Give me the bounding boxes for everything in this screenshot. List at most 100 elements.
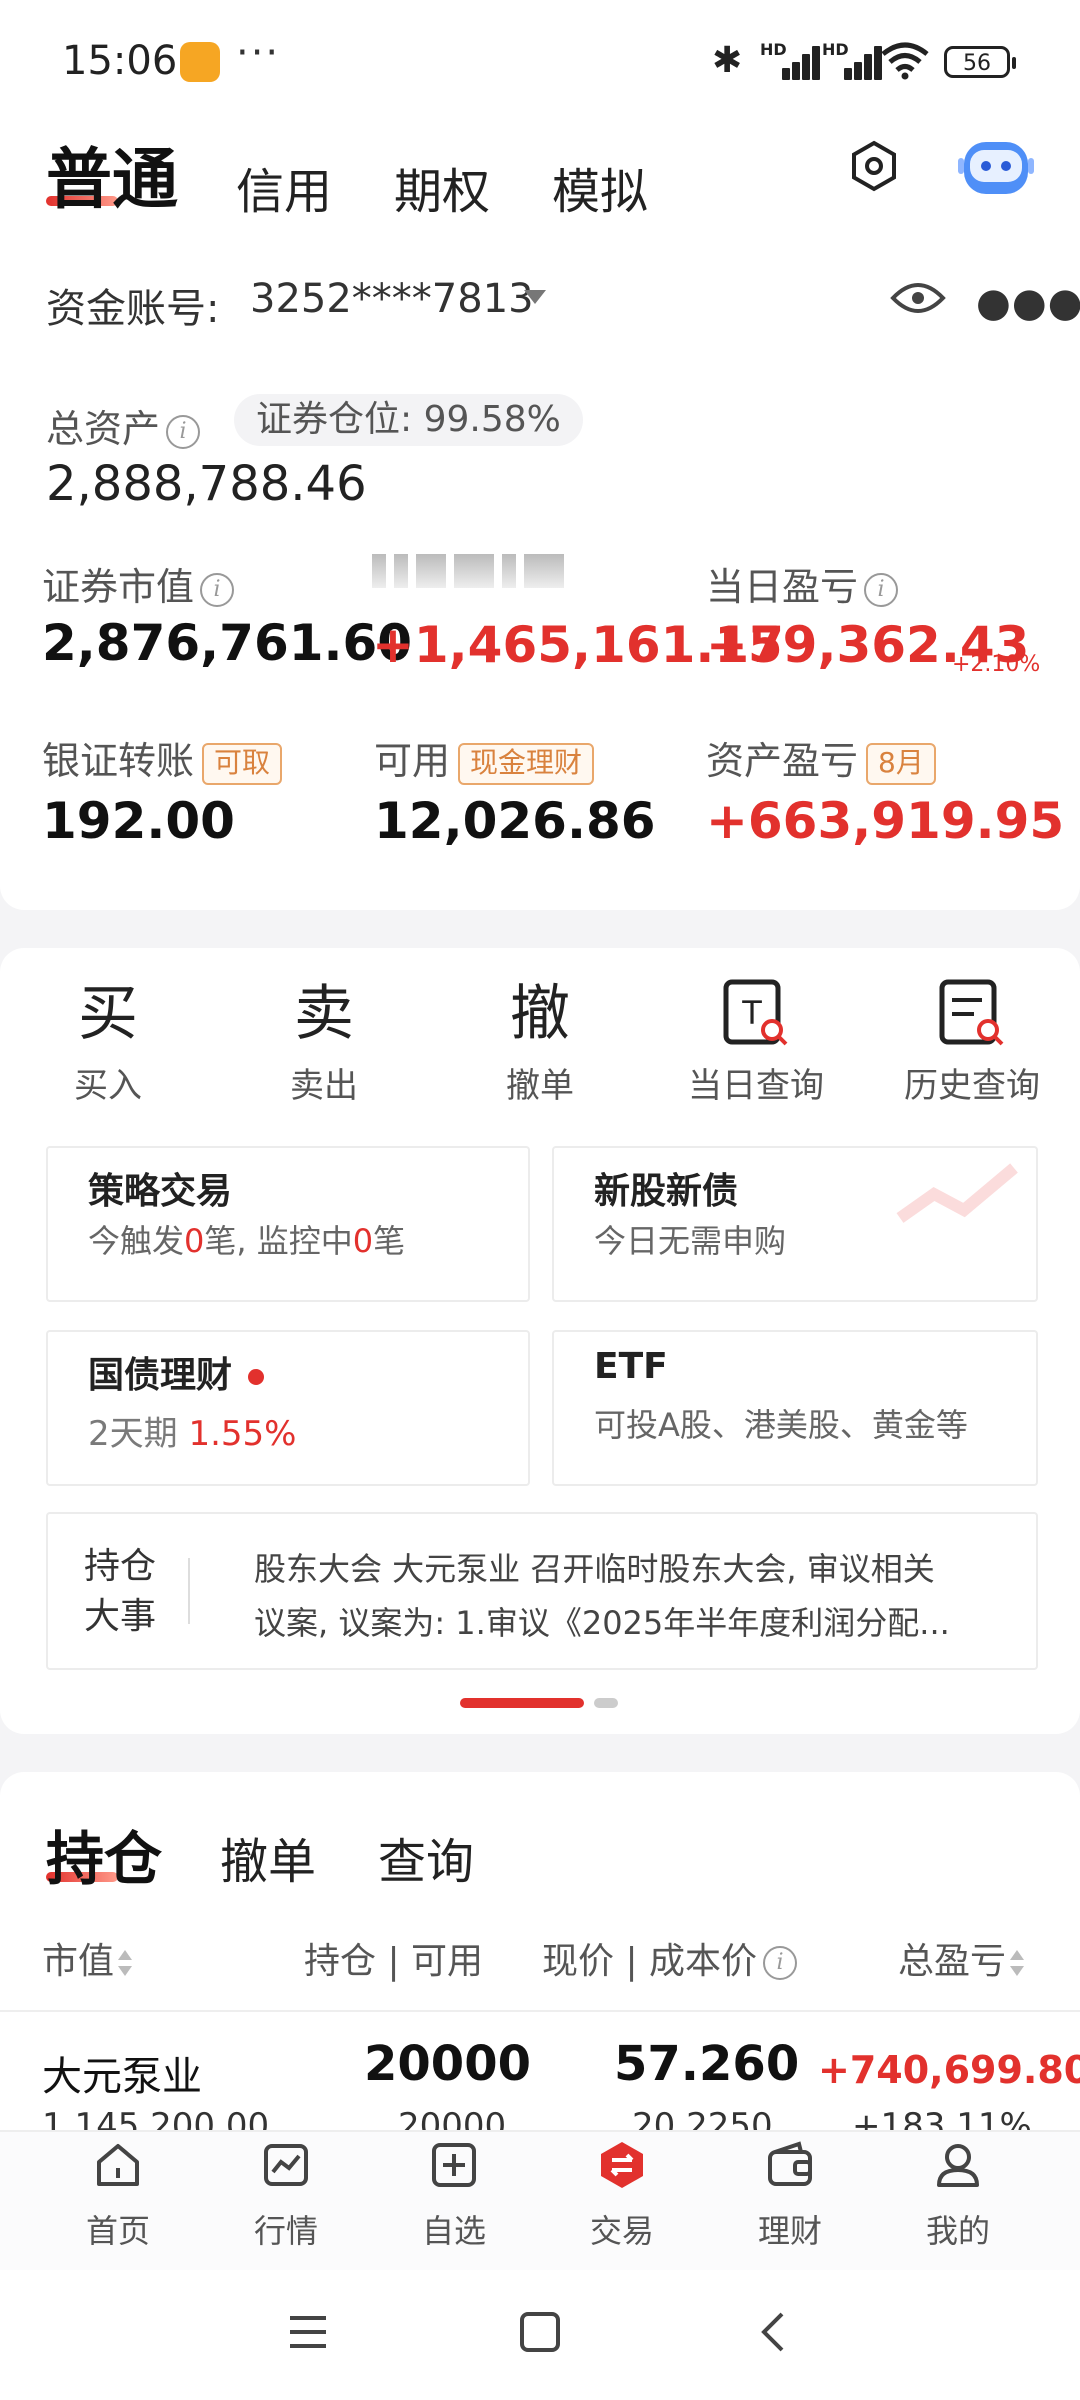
daily-pnl-label: 当日盈亏 i — [706, 556, 899, 611]
svg-text:T: T — [741, 994, 762, 1032]
cash-management-tag[interactable]: 现金理财 — [458, 742, 595, 785]
panel-title: 策略交易 — [88, 1171, 233, 1212]
market-value-label: 证券市值 i — [42, 556, 235, 611]
buy-icon[interactable]: 买 — [68, 974, 148, 1054]
col-position: 持仓 | 可用 — [304, 1941, 484, 1982]
cancel-order-icon[interactable]: 撤 — [500, 974, 580, 1054]
transfer-label[interactable]: 银证转账 可取 — [42, 730, 283, 785]
holding-pnl: +740,699.80 — [818, 2048, 1080, 2092]
nav-market[interactable]: 行情 — [226, 2140, 346, 2252]
col-market-value[interactable]: 市值 — [42, 1932, 133, 1984]
total-assets-label: 总资产 i — [46, 398, 201, 453]
asset-pnl-label[interactable]: 资产盈亏 8月 — [706, 730, 936, 785]
holding-position: 20000 — [364, 2036, 531, 2092]
history-query-button[interactable]: 历史查询 — [892, 1058, 1052, 1107]
settings-icon[interactable] — [848, 140, 900, 192]
col-price: 现价 | 成本价 i — [542, 1932, 798, 1984]
tab-holdings[interactable]: 持仓 — [46, 1812, 162, 1896]
nav-wealth[interactable]: 理财 — [730, 2140, 850, 2252]
account-dropdown-icon[interactable] — [524, 290, 546, 304]
buy-button[interactable]: 买入 — [28, 1058, 188, 1107]
withdrawable-tag[interactable]: 可取 — [202, 742, 283, 785]
nav-trade[interactable]: 交易 — [562, 2140, 682, 2252]
sort-icon[interactable] — [118, 1950, 133, 1976]
asset-pnl-value: +663,919.95 — [706, 792, 1065, 850]
new-stock-bond-panel[interactable]: 新股新债 今日无需申购 — [552, 1146, 1038, 1302]
position-ratio-pill: 证券仓位: 99.58% — [234, 394, 583, 446]
cancel-order-button[interactable]: 撤单 — [460, 1058, 620, 1107]
info-icon[interactable]: i — [864, 572, 899, 607]
home-icon — [97, 2144, 139, 2186]
sell-icon[interactable]: 卖 — [284, 974, 364, 1054]
strategy-trade-panel[interactable]: 策略交易 今触发0笔, 监控中0笔 — [46, 1146, 530, 1302]
signal-icon: HD — [822, 40, 884, 80]
panel-subtitle: 今日无需申购 — [594, 1222, 787, 1260]
account-number[interactable]: 3252****7813 — [250, 276, 534, 322]
panel-subtitle: 可投A股、港美股、黄金等 — [594, 1406, 968, 1444]
available-label[interactable]: 可用 现金理财 — [374, 730, 595, 785]
nav-watchlist[interactable]: 自选 — [394, 2140, 514, 2252]
trend-up-icon — [896, 1163, 1018, 1223]
home-square-icon[interactable] — [518, 2310, 562, 2354]
nav-home[interactable]: 首页 — [58, 2140, 178, 2252]
etf-panel[interactable]: ETF 可投A股、港美股、黄金等 — [552, 1330, 1038, 1486]
news-text: 股东大会 大元泵业 召开临时股东大会, 审议相关 议案, 议案为: 1.审议《20… — [254, 1550, 950, 1642]
pager-indicator[interactable] — [594, 1698, 618, 1708]
tab-options[interactable]: 期权 — [394, 152, 490, 222]
available-value: 12,026.86 — [374, 792, 656, 850]
month-tag[interactable]: 8月 — [866, 742, 936, 785]
app-notification-icon — [180, 42, 220, 82]
market-value: 2,876,761.60 — [42, 614, 413, 672]
today-query-icon[interactable]: T — [716, 974, 796, 1054]
daily-pnl-percent: +2.10% — [952, 652, 1041, 677]
pager-indicator-active — [460, 1698, 584, 1708]
news-label: 持仓 大事 — [84, 1546, 157, 1637]
total-assets-value: 2,888,788.46 — [46, 456, 367, 512]
wifi-icon — [881, 42, 929, 80]
tab-simulation[interactable]: 模拟 — [552, 152, 648, 222]
tab-credit[interactable]: 信用 — [236, 152, 332, 222]
back-icon[interactable] — [752, 2310, 796, 2354]
panel-subtitle: 2天期 1.55% — [88, 1414, 297, 1454]
more-icon[interactable]: ●●● — [976, 280, 1080, 326]
eye-icon[interactable] — [890, 276, 946, 320]
panel-subtitle: 今触发0笔, 监控中0笔 — [88, 1222, 406, 1260]
battery-icon: 56 — [944, 46, 1016, 78]
sell-button[interactable]: 卖出 — [244, 1058, 404, 1107]
sort-icon[interactable] — [1010, 1950, 1025, 1976]
today-query-button[interactable]: 当日查询 — [676, 1058, 836, 1107]
add-icon — [432, 2143, 476, 2187]
assistant-robot-icon[interactable] — [956, 132, 1036, 202]
user-icon — [937, 2144, 979, 2187]
panel-title: 新股新债 — [594, 1171, 739, 1212]
info-icon[interactable]: i — [166, 414, 201, 449]
col-total-pnl[interactable]: 总盈亏 — [898, 1932, 1025, 1984]
holding-price: 57.260 — [614, 2036, 800, 2092]
more-notifications-icon: ··· — [236, 30, 281, 76]
info-icon[interactable]: i — [200, 572, 235, 607]
divider — [188, 1558, 190, 1624]
tab-normal[interactable]: 普通 — [46, 126, 178, 222]
holding-news-panel[interactable]: 持仓 大事 股东大会 大元泵业 召开临时股东大会, 审议相关 议案, 议案为: 1.… — [46, 1512, 1038, 1670]
signal-icon: HD — [760, 40, 822, 80]
tab-cancel-orders[interactable]: 撤单 — [220, 1822, 316, 1892]
panel-title: 国债理财 — [88, 1346, 265, 1398]
history-query-icon[interactable] — [932, 974, 1012, 1054]
divider — [0, 2010, 1080, 2012]
trade-icon — [601, 2142, 643, 2188]
info-icon[interactable]: i — [763, 1946, 798, 1980]
treasury-bond-panel[interactable]: 国债理财 2天期 1.55% — [46, 1330, 530, 1486]
holding-name[interactable]: 大元泵业 — [42, 2044, 202, 2102]
account-label: 资金账号: — [46, 286, 220, 332]
wallet-icon — [768, 2141, 812, 2186]
status-time: 15:06 — [62, 38, 178, 84]
transfer-value: 192.00 — [42, 792, 235, 850]
new-badge-dot — [248, 1369, 265, 1385]
masked-label — [372, 554, 572, 594]
bluetooth-icon: ✱ — [712, 40, 743, 81]
panel-title: ETF — [594, 1346, 668, 1387]
tab-query[interactable]: 查询 — [378, 1822, 474, 1892]
nav-profile[interactable]: 我的 — [898, 2140, 1018, 2252]
menu-icon[interactable] — [286, 2310, 330, 2354]
chart-icon — [264, 2144, 308, 2186]
